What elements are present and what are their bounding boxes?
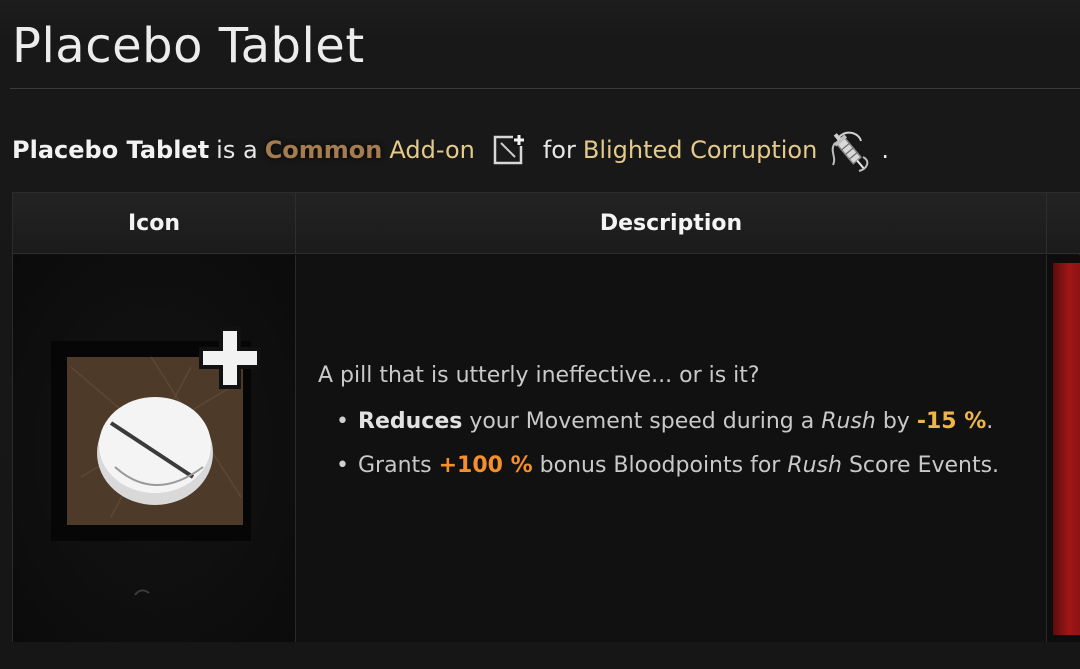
power-link[interactable]: Blighted Corruption: [583, 136, 817, 164]
description-cell: A pill that is utterly ineffective... or…: [296, 255, 1047, 642]
description-bullet-2: • Grants +100 % bonus Bloodpoints for Rus…: [336, 453, 1000, 478]
bullet-1-text3: .: [986, 409, 994, 434]
intro-sentence: Placebo Tablet is a Common Add-on for Bl…: [12, 130, 889, 172]
addon-table: Icon Description A pill that is utterly …: [12, 192, 1080, 642]
page-title: Placebo Tablet: [12, 18, 365, 74]
blighted-corruption-syringe-icon[interactable]: [825, 127, 875, 177]
header-icon: Icon: [13, 193, 296, 254]
intro-for: for: [542, 136, 576, 164]
bullet-2-rush: Rush: [787, 453, 842, 478]
watermark-mark: [134, 589, 150, 596]
placebo-tablet-pill-icon: [51, 327, 261, 541]
bullet-2-lead: Grants: [358, 453, 439, 478]
item-name: Placebo Tablet: [12, 136, 210, 164]
description-bullet-1: • Reduces your Movement speed during a Ru…: [336, 409, 994, 434]
header-description: Description: [296, 193, 1047, 254]
bullet-1-bold: Reduces: [358, 409, 463, 434]
addon-link[interactable]: Add-on: [389, 136, 474, 164]
bullet-2-text2: Score Events.: [841, 453, 1000, 478]
bullet-1-rush: Rush: [821, 409, 876, 434]
addon-square-plus-icon[interactable]: [493, 133, 527, 167]
rarity-link[interactable]: Common: [265, 136, 383, 164]
header-extra-column: [1047, 193, 1080, 254]
title-divider: [10, 88, 1080, 89]
bullet-1-text2: by: [875, 409, 917, 434]
bullet-2-value: +100 %: [438, 453, 533, 478]
red-artwork-strip: [1053, 263, 1080, 635]
description-intro: A pill that is utterly ineffective... or…: [318, 363, 760, 388]
bullet-2-text1: bonus Bloodpoints for: [532, 453, 788, 478]
bullet-1-text1: your Movement speed during a: [462, 409, 822, 434]
icon-cell: [13, 255, 296, 642]
intro-is-a: is a: [216, 136, 258, 164]
extra-column-cell: [1047, 255, 1080, 642]
intro-period: .: [881, 136, 889, 164]
wiki-page: Placebo Tablet Placebo Tablet is a Commo…: [0, 0, 1080, 669]
table-header-row: Icon Description: [13, 193, 1080, 254]
bullet-1-value: -15 %: [916, 409, 987, 434]
